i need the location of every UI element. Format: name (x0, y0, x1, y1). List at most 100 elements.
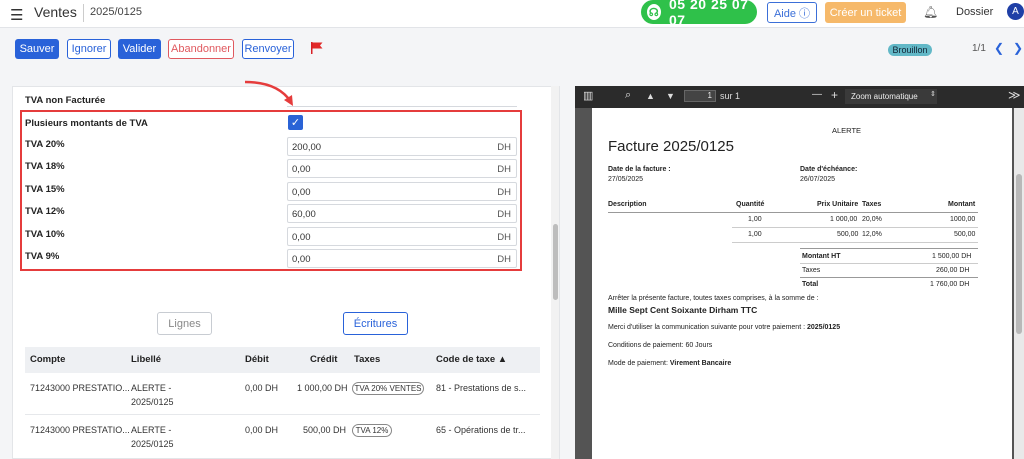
invoice-title: Facture 2025/0125 (608, 138, 734, 155)
tva-20-input[interactable]: 200,00 DH (287, 137, 517, 156)
app-title[interactable]: Ventes (34, 4, 77, 20)
col-code-taxe[interactable]: Code de taxe ▲ (436, 354, 507, 365)
tax-chip[interactable]: TVA 12% (352, 424, 392, 437)
row2-debit[interactable]: 0,00 DH (245, 423, 278, 437)
dossier-menu[interactable]: Dossier (956, 6, 993, 18)
tva-15-label: TVA 15% (25, 184, 65, 195)
col-libelle[interactable]: Libellé (131, 354, 161, 365)
row2-libelle-line1[interactable]: ALERTE - (131, 423, 171, 437)
due-date: 26/07/2025 (800, 176, 836, 183)
total-label: Total (802, 281, 819, 288)
zoom-in-icon[interactable]: + (831, 88, 838, 102)
row-divider (25, 414, 540, 415)
arrow-down-icon[interactable]: ▼ (666, 91, 675, 101)
col-prix-unitaire: Prix Unitaire (817, 201, 859, 208)
tools-menu-icon[interactable]: ≫ (1008, 88, 1021, 102)
tva-9-label: TVA 9% (25, 251, 60, 262)
row1-debit[interactable]: 0,00 DH (245, 381, 278, 395)
due-date-label: Date d'échéance: (800, 166, 858, 173)
sidebar-toggle-icon[interactable]: ▥ (583, 89, 593, 102)
total-value: 1 760,00 DH (930, 281, 970, 288)
tva-18-input[interactable]: 0,00 DH (287, 159, 517, 178)
tax-chip[interactable]: TVA 20% VENTES (352, 382, 424, 395)
line1-tax: 20,0% (862, 216, 882, 223)
tva-15-input[interactable]: 0,00 DH (287, 182, 517, 201)
search-icon[interactable]: ⌕ (625, 89, 631, 102)
col-description: Description (608, 201, 647, 208)
payment-mode-value: Virement Bancaire (669, 360, 732, 367)
col-quantite: Quantité (736, 201, 765, 208)
field-value: 200,00 (292, 142, 322, 153)
field-unit: DH (497, 254, 511, 265)
status-badge: Brouillon (888, 44, 932, 56)
bell-icon[interactable]: 🔔︎ (923, 5, 938, 19)
headset-icon: ☊ (647, 4, 662, 20)
row1-credit[interactable]: 1 000,00 DH (297, 381, 348, 395)
phone-button[interactable]: ☊ 05 20 25 07 07 (641, 0, 757, 28)
tab-ecritures[interactable]: Écritures (343, 312, 408, 335)
viewer-toolbar: ▥ ⌕ ▲ ▼ 1 sur 1 — + Zoom automatique ⇕ ≫ (575, 86, 1024, 108)
arrow-up-icon[interactable]: ▲ (646, 91, 655, 101)
validate-button[interactable]: Valider (118, 39, 161, 59)
field-unit: DH (497, 209, 511, 220)
abandon-button[interactable]: Abandonner (168, 39, 234, 59)
tva-20-label: TVA 20% (25, 139, 65, 150)
col-compte[interactable]: Compte (30, 354, 65, 365)
pdf-viewer: ▥ ⌕ ▲ ▼ 1 sur 1 — + Zoom automatique ⇕ ≫… (575, 86, 1024, 459)
tva-18-label: TVA 18% (25, 161, 65, 172)
help-button[interactable]: Aide ⓘ (767, 2, 817, 23)
invoice-date: 27/05/2025 (608, 176, 644, 183)
row2-credit[interactable]: 500,00 DH (303, 423, 346, 437)
payment-mode: Mode de paiement: Virement Bancaire (608, 360, 731, 367)
zoom-select[interactable]: Zoom automatique (845, 89, 937, 104)
row1-code-taxe[interactable]: 81 - Prestations de s... (436, 381, 526, 395)
plusieurs-montants-checkbox[interactable]: ✓ (288, 115, 303, 130)
col-credit[interactable]: Crédit (310, 354, 337, 365)
create-ticket-button[interactable]: Créer un ticket (825, 2, 906, 23)
tva-10-input[interactable]: 0,00 DH (287, 227, 517, 246)
top-bar: ☰ Ventes 2025/0125 ☊ 05 20 25 07 07 Aide… (0, 0, 1024, 28)
montant-ht-value: 1 500,00 DH (932, 253, 972, 260)
field-value: 0,00 (292, 254, 311, 265)
chevron-right-icon[interactable]: ❯ (1013, 41, 1023, 55)
arrow-annotation (244, 80, 293, 106)
row1-compte[interactable]: 71243000 PRESTATIO... (30, 381, 130, 395)
montant-ht-label: Montant HT (802, 253, 841, 260)
totals-rule (800, 263, 978, 264)
resend-button[interactable]: Renvoyer (242, 39, 294, 59)
line1-amount: 1000,00 (950, 216, 976, 223)
pager-count: 1/1 (972, 43, 986, 54)
field-underline (287, 106, 517, 107)
plusieurs-montants-label: Plusieurs montants de TVA (25, 118, 148, 129)
row2-compte[interactable]: 71243000 PRESTATIO... (30, 423, 130, 437)
viewer-scrollbar-thumb[interactable] (1016, 174, 1022, 334)
tva-12-label: TVA 12% (25, 206, 65, 217)
tva-9-input[interactable]: 0,00 DH (287, 249, 517, 268)
row-rule (732, 242, 978, 243)
ignore-button[interactable]: Ignorer (67, 39, 111, 59)
save-button[interactable]: Sauver (15, 39, 59, 59)
table-rule (608, 212, 978, 213)
row2-code-taxe[interactable]: 65 - Opérations de tr... (436, 423, 526, 437)
phone-number: 05 20 25 07 07 (669, 0, 749, 28)
avatar[interactable]: A (1007, 3, 1024, 20)
menu-icon[interactable]: ☰ (10, 6, 23, 24)
col-taxes[interactable]: Taxes (354, 354, 380, 365)
row2-libelle-line2[interactable]: 2025/0125 (131, 437, 174, 451)
invoice-date-label: Date de la facture : (608, 166, 671, 173)
chevron-left-icon[interactable]: ❮ (994, 41, 1004, 55)
col-taxes: Taxes (862, 201, 882, 208)
tva-12-input[interactable]: 60,00 DH (287, 204, 517, 223)
tab-lignes[interactable]: Lignes (157, 312, 212, 335)
row1-libelle-line1[interactable]: ALERTE - (131, 381, 171, 395)
row1-libelle-line2[interactable]: 2025/0125 (131, 395, 174, 409)
taxes-value: 260,00 DH (936, 267, 970, 274)
zoom-out-icon[interactable]: — (812, 89, 822, 100)
col-debit[interactable]: Débit (245, 354, 269, 365)
page-number-input[interactable]: 1 (684, 90, 716, 102)
scrollbar-thumb[interactable] (553, 224, 558, 300)
field-value: 60,00 (292, 209, 316, 220)
totals-rule (800, 277, 978, 278)
flag-icon[interactable] (310, 41, 324, 55)
tva-non-facturee-label: TVA non Facturée (25, 95, 106, 106)
